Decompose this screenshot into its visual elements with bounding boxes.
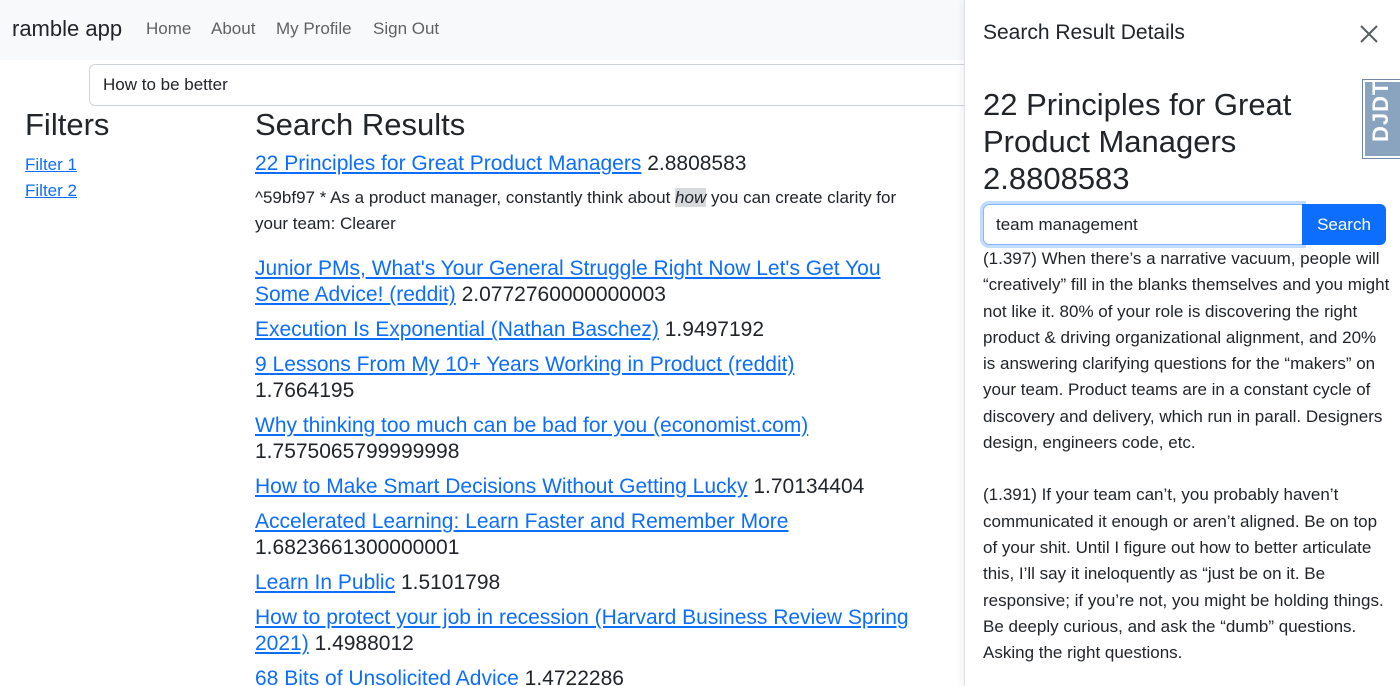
result-item: Junior PMs, What's Your General Struggle… [255,256,935,308]
result-link[interactable]: Why thinking too much can be bad for you… [255,414,808,437]
results-list: 22 Principles for Great Product Managers… [255,151,935,686]
result-item: Why thinking too much can be bad for you… [255,413,935,465]
passage-text: (1.397) When there’s a narrative vacuum,… [983,249,1390,453]
result-score: 1.5101798 [400,571,501,594]
result-link[interactable]: 9 Lessons From My 10+ Years Working in P… [255,353,794,376]
nav-link-sign-out[interactable]: Sign Out [373,19,439,39]
document-title: 22 Principles for Great Product Managers… [983,87,1292,196]
result-score: 1.70134404 [753,475,865,498]
result-score: 1.6823661300000001 [255,536,460,559]
nav-link-about[interactable]: About [211,19,255,39]
snippet-text: ^59bf97 * As a product manager, constant… [255,188,676,207]
result-link[interactable]: How to Make Smart Decisions Without Gett… [255,475,748,498]
result-item: How to protect your job in recession (Ha… [255,605,935,657]
brand-logo[interactable]: ramble app [12,16,122,42]
debug-toolbar-label: DJDT [1368,80,1393,142]
filters-heading: Filters [25,107,110,142]
snippet-highlight: how [675,188,707,207]
results-heading: Search Results [255,107,466,142]
filter-link-2[interactable]: Filter 2 [25,181,77,201]
filter-link-1[interactable]: Filter 1 [25,155,77,175]
result-item: 22 Principles for Great Product Managers… [255,151,935,177]
result-details-panel: Search Result Details 22 Principles for … [964,0,1400,686]
result-link[interactable]: Execution Is Exponential (Nathan Baschez… [255,318,659,341]
result-score: 1.7664195 [255,379,355,402]
search-button[interactable]: Search [1302,204,1386,245]
panel-search-input[interactable] [983,204,1303,245]
result-score: 1.7575065799999998 [255,440,460,463]
debug-toolbar-handle[interactable]: DJDT [1363,80,1400,158]
result-score: 1.9497192 [664,318,765,341]
result-item: 9 Lessons From My 10+ Years Working in P… [255,352,935,404]
result-link[interactable]: 22 Principles for Great Product Managers [255,152,641,175]
result-score: 2.0772760000000003 [461,283,666,306]
result-item: Execution Is Exponential (Nathan Baschez… [255,317,935,343]
result-link[interactable]: 68 Bits of Unsolicited Advice [255,667,519,686]
result-score: 2.8808583 [647,152,747,175]
result-score: 1.4988012 [314,632,414,655]
result-item: Accelerated Learning: Learn Faster and R… [255,509,935,561]
result-item: How to Make Smart Decisions Without Gett… [255,474,935,500]
panel-title: Search Result Details [983,21,1185,44]
result-link[interactable]: Learn In Public [255,571,395,594]
main-search-input[interactable] [89,64,1089,106]
result-score: 1.4722286 [524,667,624,686]
nav-link-my-profile[interactable]: My Profile [276,19,352,39]
close-icon[interactable] [1357,22,1381,46]
passage-text: (1.391) If your team can’t, you probably… [983,485,1384,663]
result-snippet: ^59bf97 * As a product manager, constant… [255,185,925,237]
nav-link-home[interactable]: Home [146,19,191,39]
result-item: 68 Bits of Unsolicited Advice 1.4722286 [255,666,935,686]
result-link[interactable]: Accelerated Learning: Learn Faster and R… [255,510,788,533]
passage-list: (1.397) When there’s a narrative vacuum,… [983,246,1391,686]
result-item: Learn In Public 1.5101798 [255,570,935,596]
